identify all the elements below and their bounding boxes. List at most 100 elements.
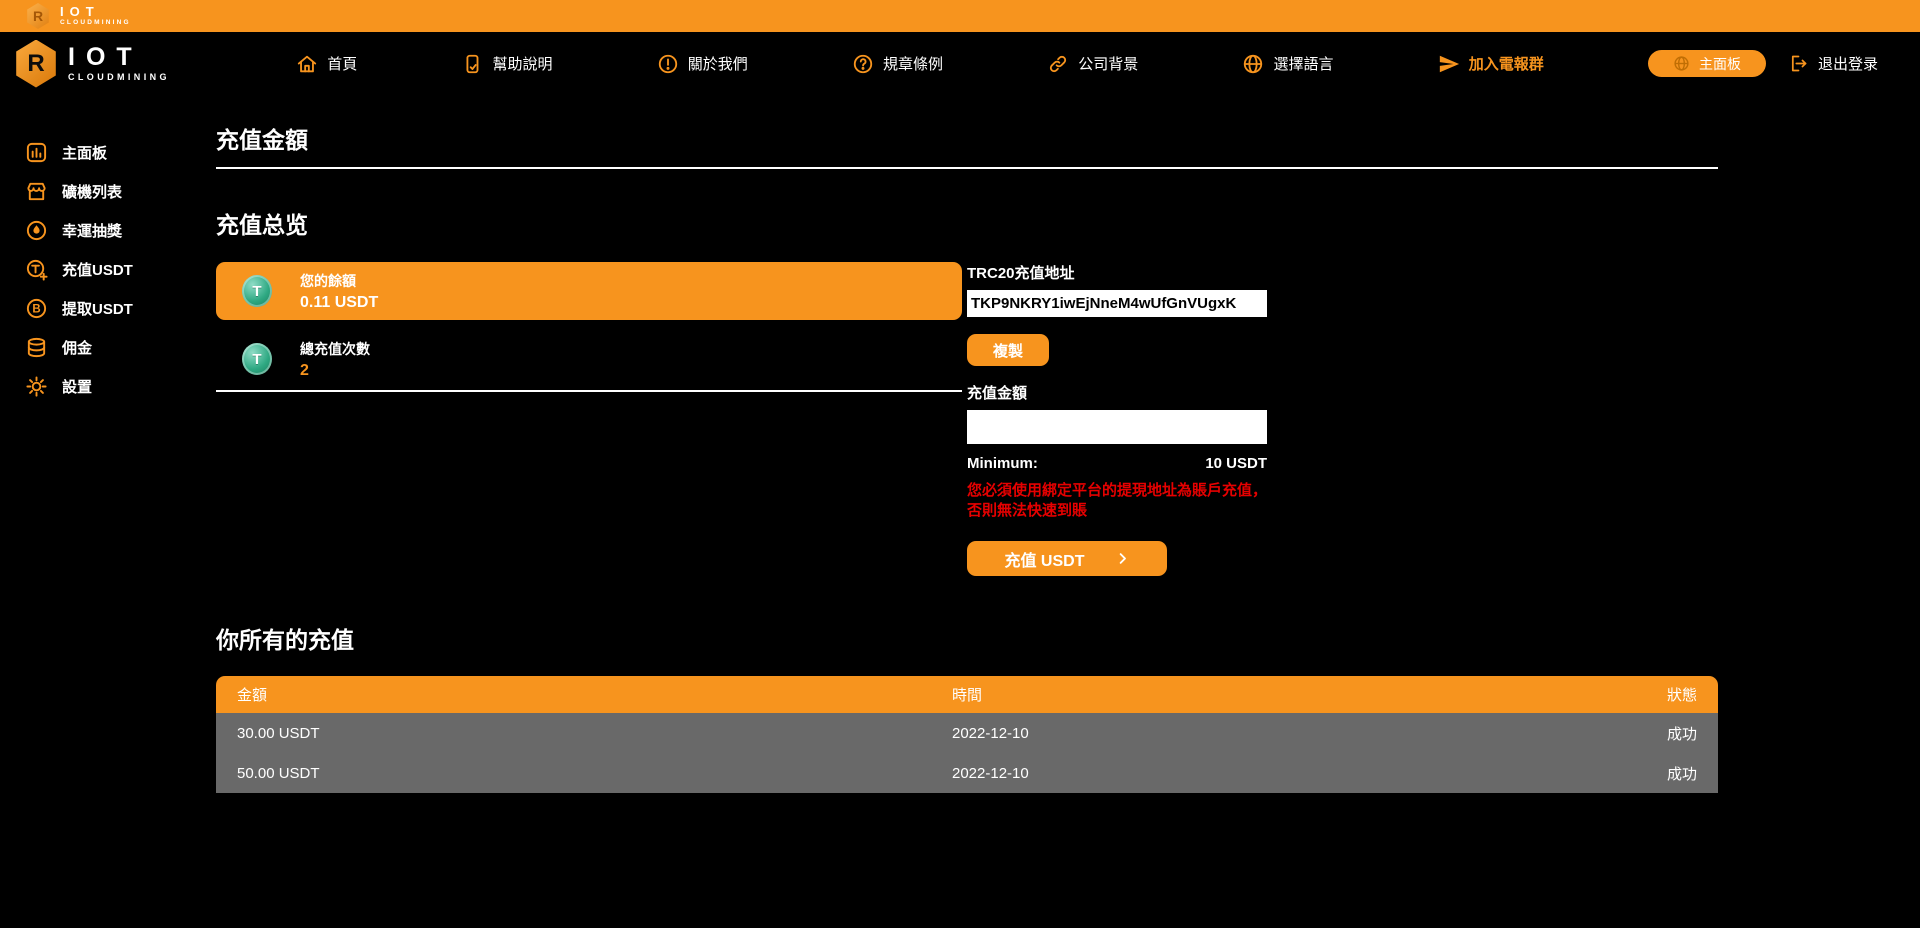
nav-item-label: 首頁 [327, 53, 357, 74]
globe-icon [1242, 53, 1264, 75]
sidebar-item-dashboard[interactable]: 主面板 [0, 133, 192, 172]
sidebar-item-label: 佣金 [62, 337, 92, 358]
sidebar-item-label: 提取USDT [62, 298, 133, 319]
cell-time: 2022-12-10 [952, 765, 1667, 782]
deposit-usdt-button[interactable]: 充值 USDT [967, 541, 1167, 576]
cell-amount: 30.00 USDT [237, 725, 952, 742]
nav-item-language[interactable]: 選擇語言 [1242, 53, 1333, 75]
deposit-count-row: 總充值次數 2 [216, 334, 962, 384]
nav-item-telegram[interactable]: 加入電報群 [1438, 53, 1544, 75]
overview-heading: 充值总览 [216, 206, 1718, 240]
column-header-time: 時間 [952, 684, 1667, 705]
brand-hexagon-icon: R [14, 40, 58, 88]
balance-value: 0.11 USDT [300, 294, 378, 312]
globe-icon [1673, 55, 1690, 72]
main-content: 充值金額 充值总览 您的餘額 0.11 USDT 總充值次數 2 [192, 95, 1920, 793]
sidebar-item-label: 設置 [62, 376, 92, 397]
sidebar-item-miner-list[interactable]: 礦機列表 [0, 172, 192, 211]
balance-card: 您的餘額 0.11 USDT [216, 262, 962, 320]
tether-coin-icon [242, 343, 272, 375]
page-title: 充值金額 [216, 121, 1718, 155]
cell-amount: 50.00 USDT [237, 765, 952, 782]
brand-name: IOT [60, 5, 131, 18]
brand-hexagon-icon: R [26, 3, 50, 29]
nav-item-label: 公司背景 [1078, 53, 1138, 74]
brand-logo: IOT CLOUDMINING [60, 5, 131, 27]
cell-time: 2022-12-10 [952, 725, 1667, 742]
history-heading: 你所有的充值 [216, 621, 1718, 655]
link-icon [1047, 53, 1069, 75]
deposit-count-value: 2 [300, 362, 370, 380]
nav-item-label: 關於我們 [688, 53, 748, 74]
sidebar-item-withdraw-usdt[interactable]: B 提取USDT [0, 289, 192, 328]
chevron-right-icon [1115, 551, 1130, 566]
table-row: 50.00 USDT 2022-12-10 成功 [216, 753, 1718, 793]
minimum-value: 10 USDT [1205, 455, 1267, 472]
logout-icon [1788, 53, 1809, 74]
top-orange-bar: R IOT CLOUDMINING [0, 0, 1920, 32]
amount-input[interactable] [967, 410, 1267, 444]
table-header: 金額 時間 狀態 [216, 676, 1718, 713]
sidebar-item-settings[interactable]: 設置 [0, 367, 192, 406]
nav-item-label: 幫助說明 [492, 53, 552, 74]
svg-text:B: B [32, 304, 40, 316]
question-circle-icon [852, 53, 874, 75]
logout-button[interactable]: 退出登录 [1788, 53, 1878, 74]
dashboard-icon [25, 141, 48, 164]
deposit-overview: 您的餘額 0.11 USDT 總充值次數 2 TRC20充值地址 複製 [216, 262, 1718, 576]
minimum-row: Minimum: 10 USDT [967, 455, 1267, 472]
sidebar-item-commission[interactable]: 佣金 [0, 328, 192, 367]
nav-item-home[interactable]: 首頁 [296, 53, 357, 75]
trc20-address-label: TRC20充值地址 [967, 262, 1267, 283]
sidebar-item-label: 幸運抽獎 [62, 220, 122, 241]
sidebar-item-label: 充值USDT [62, 259, 133, 280]
minimum-label: Minimum: [967, 455, 1038, 472]
logo[interactable]: R IOT CLOUDMINING [0, 40, 192, 88]
deposit-usdt-icon [25, 258, 48, 281]
amount-label: 充值金額 [967, 382, 1267, 403]
deposit-usdt-button-label: 充值 USDT [1004, 547, 1084, 571]
sidebar: 主面板 礦機列表 幸運抽獎 充值USDT B 提取USDT 佣金 設置 [0, 95, 192, 793]
deposit-form: TRC20充值地址 複製 充值金額 Minimum: 10 USDT 您必須使用… [967, 262, 1267, 576]
cell-status: 成功 [1667, 723, 1697, 744]
nav-item-label: 規章條例 [883, 53, 943, 74]
manual-icon [461, 53, 483, 75]
nav-item-rules[interactable]: 規章條例 [852, 53, 943, 75]
dashboard-button[interactable]: 主面板 [1648, 50, 1766, 77]
column-header-status: 狀態 [1667, 684, 1697, 705]
sidebar-item-deposit-usdt[interactable]: 充值USDT [0, 250, 192, 289]
deposit-warning: 您必須使用綁定平台的提現地址為賬戶充值，否則無法快速到賬 [967, 481, 1267, 520]
column-header-amount: 金額 [237, 684, 952, 705]
deposit-history-table: 金額 時間 狀態 30.00 USDT 2022-12-10 成功 50.00 … [216, 676, 1718, 793]
brand-subtitle: CLOUDMINING [60, 20, 131, 27]
table-row: 30.00 USDT 2022-12-10 成功 [216, 713, 1718, 753]
settings-icon [25, 375, 48, 398]
nav-item-about[interactable]: 關於我們 [657, 53, 748, 75]
overview-stats: 您的餘額 0.11 USDT 總充值次數 2 [216, 262, 962, 392]
nav-item-company[interactable]: 公司背景 [1047, 53, 1138, 75]
tether-coin-icon [242, 275, 272, 307]
copy-button[interactable]: 複製 [967, 334, 1049, 366]
brand-subtitle: CLOUDMINING [68, 73, 170, 82]
trc20-address-input[interactable] [967, 290, 1267, 317]
main-navbar: R IOT CLOUDMINING 首頁 幫助說明 關於我們 規章條例 公司背景 [0, 32, 1920, 95]
sidebar-item-lucky-draw[interactable]: 幸運抽獎 [0, 211, 192, 250]
balance-label: 您的餘額 [300, 271, 378, 291]
withdraw-usdt-icon: B [25, 297, 48, 320]
sidebar-item-label: 主面板 [62, 142, 107, 163]
logout-label: 退出登录 [1818, 53, 1878, 74]
nav-menu: 首頁 幫助說明 關於我們 規章條例 公司背景 選擇語言 加入電報群 [192, 53, 1648, 75]
brand-name: IOT [68, 45, 170, 70]
miner-list-icon [25, 180, 48, 203]
nav-item-help[interactable]: 幫助說明 [461, 53, 552, 75]
commission-icon [25, 336, 48, 359]
home-icon [296, 53, 318, 75]
cell-status: 成功 [1667, 763, 1697, 784]
lucky-draw-icon [25, 219, 48, 242]
sidebar-item-label: 礦機列表 [62, 181, 122, 202]
nav-item-label: 加入電報群 [1469, 53, 1544, 74]
deposit-count-label: 總充值次數 [300, 339, 370, 359]
dashboard-button-label: 主面板 [1699, 54, 1741, 74]
paper-plane-icon [1438, 53, 1460, 75]
title-divider [216, 167, 1718, 169]
